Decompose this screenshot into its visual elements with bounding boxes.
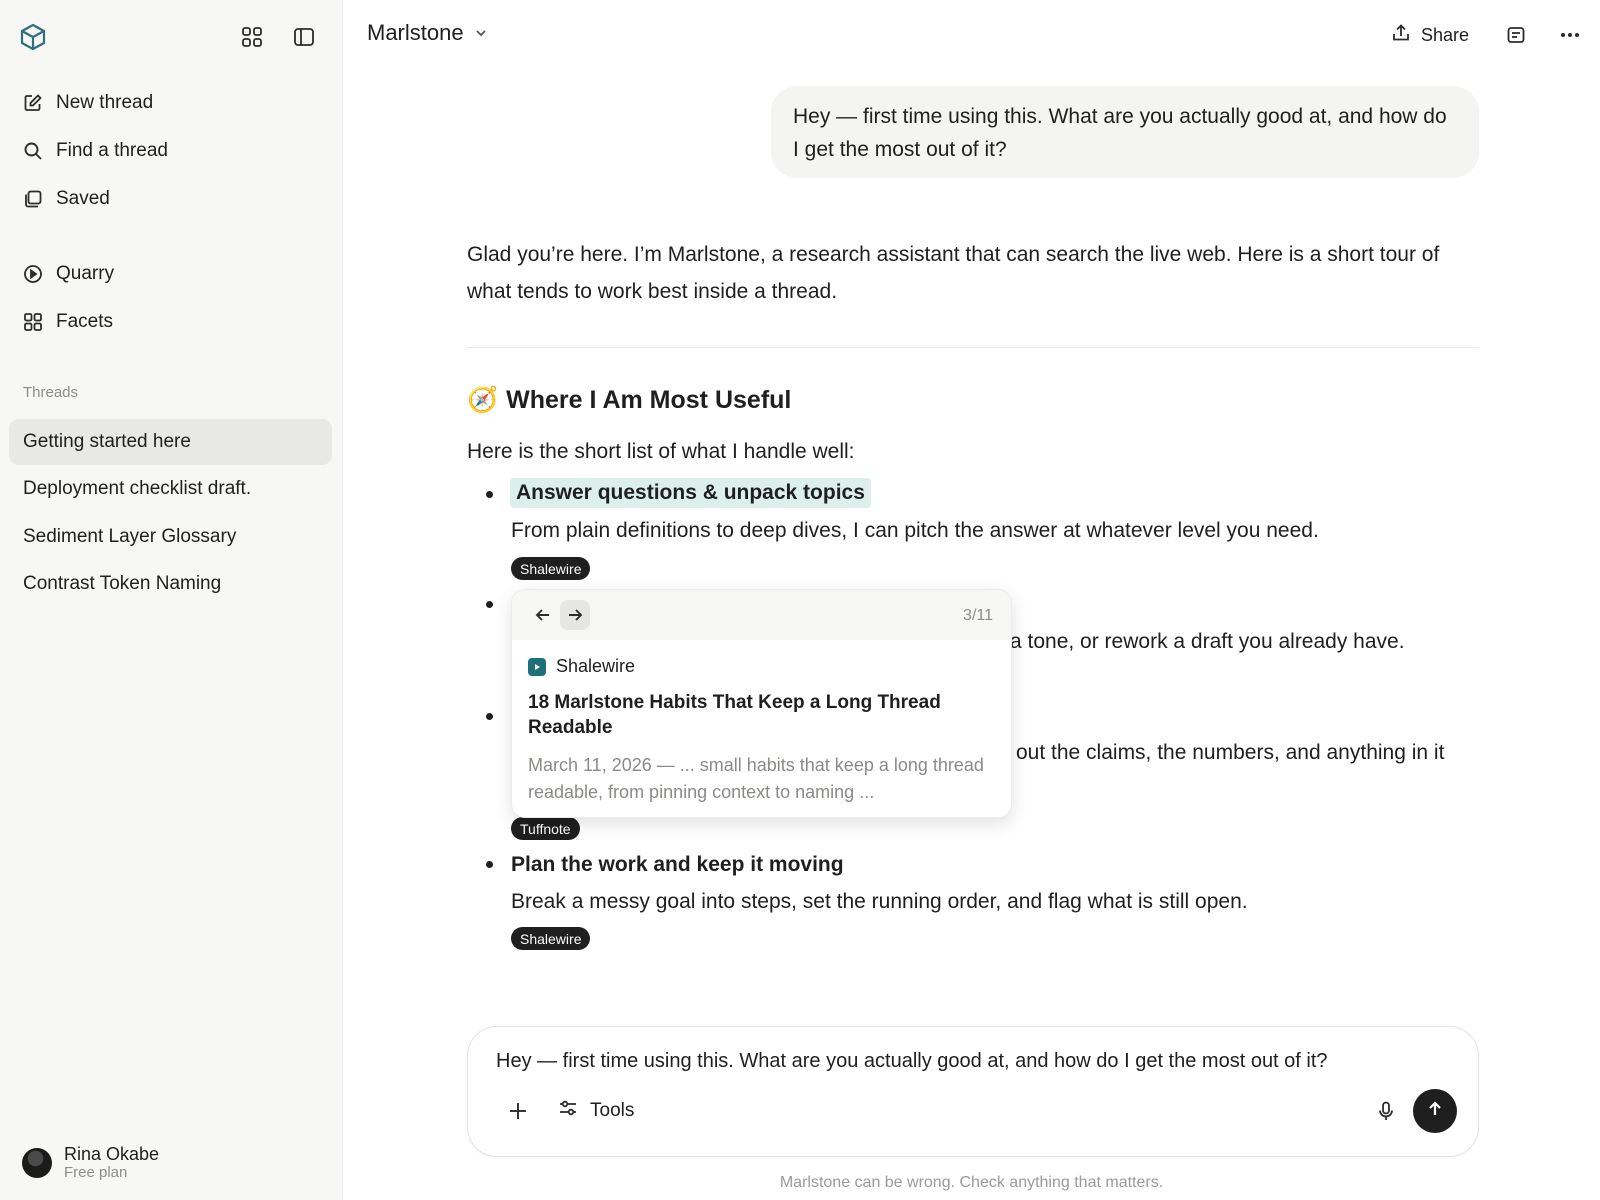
compose-icon	[22, 92, 44, 114]
toggle-sidebar-icon[interactable]	[291, 24, 317, 50]
find-thread-label: Find a thread	[56, 140, 168, 161]
thread-label: Contrast Token Naming	[23, 573, 222, 594]
user-name: Rina Okabe	[64, 1144, 160, 1164]
thread-label: Sediment Layer Glossary	[23, 526, 237, 547]
composer-input[interactable]: Hey — first time using this. What are yo…	[496, 1050, 1328, 1073]
answer-intro: Glad you’re here. I’m Marlstone, a resea…	[467, 243, 1440, 303]
model-selector[interactable]: Marlstone	[367, 20, 488, 46]
search-icon	[22, 140, 44, 162]
popover-header: 3/11	[512, 590, 1011, 640]
thread-item-contrast-token-naming[interactable]: Contrast Token Naming	[9, 561, 332, 607]
thread-item-sediment-glossary[interactable]: Sediment Layer Glossary	[9, 514, 332, 560]
apps-grid-icon[interactable]	[239, 24, 265, 50]
list-bullet	[486, 601, 493, 608]
notes-icon[interactable]	[1503, 22, 1529, 48]
sliders-icon	[558, 1098, 578, 1124]
threads-section-header: Threads	[23, 384, 79, 401]
list-bullet	[486, 491, 493, 498]
play-icon	[528, 657, 546, 676]
share-icon	[1391, 23, 1411, 48]
list-item-desc: From plain definitions to deep dives, I …	[511, 519, 1319, 542]
popover-source: Shalewire	[528, 656, 635, 677]
thread-item-deployment-checklist[interactable]: Deployment checklist draft.	[9, 466, 332, 512]
share-button[interactable]: Share	[1391, 20, 1469, 50]
saved-button[interactable]: Saved	[22, 181, 110, 217]
compass-icon: 🧭	[467, 386, 499, 414]
arrow-up-icon	[1426, 1100, 1444, 1123]
thread-item-getting-started[interactable]: Getting started here	[9, 419, 332, 465]
user-plan: Free plan	[64, 1164, 128, 1181]
quarry-label: Quarry	[56, 263, 115, 284]
source-pill[interactable]: Shalewire	[511, 927, 591, 950]
source-pill[interactable]: Tuffnote	[511, 817, 580, 840]
tools-label: Tools	[590, 1100, 635, 1121]
composer[interactable]: Hey — first time using this. What are yo…	[467, 1026, 1479, 1157]
thread-label: Getting started here	[23, 431, 191, 452]
list-item-desc: Break a messy goal into steps, set the r…	[511, 890, 1248, 913]
list-item-title: Plan the work and keep it moving	[511, 853, 844, 876]
share-label: Share	[1421, 24, 1470, 45]
play-circle-icon	[22, 263, 44, 285]
popover-source-name: Shalewire	[556, 656, 636, 676]
facets-button[interactable]: Facets	[22, 304, 113, 340]
section-lead: Here is the short list of what I handle …	[467, 440, 855, 463]
quarry-button[interactable]: Quarry	[22, 256, 114, 292]
more-options-icon[interactable]	[1557, 22, 1583, 48]
microphone-icon[interactable]	[1372, 1097, 1400, 1125]
saved-label: Saved	[56, 188, 110, 209]
source-popover: 3/11 Shalewire 18 Marlstone Habits That …	[511, 589, 1012, 818]
marlstone-logo-icon[interactable]	[18, 22, 48, 52]
section-title: Where I Am Most Useful	[506, 386, 792, 414]
popover-snippet: March 11, 2026 — ... small habits that k…	[528, 755, 984, 802]
send-button[interactable]	[1413, 1089, 1457, 1133]
tools-button[interactable]: Tools	[558, 1097, 634, 1125]
sidebar: New thread Find a thread Saved Quarry Fa…	[0, 0, 343, 1200]
plus-icon[interactable]	[504, 1097, 532, 1125]
user-message-bubble: Hey — first time using this. What are yo…	[771, 86, 1479, 178]
arrow-left-icon[interactable]	[528, 600, 558, 630]
source-pill[interactable]: Shalewire	[511, 557, 591, 580]
app-title: Marlstone	[367, 20, 464, 45]
thread-label: Deployment checklist draft.	[23, 478, 252, 499]
user-profile[interactable]: Rina Okabe Free plan	[22, 1144, 159, 1182]
list-item-desc: a tone, or rework a draft you already ha…	[1010, 630, 1405, 653]
facets-label: Facets	[56, 311, 114, 332]
bookmark-stack-icon	[22, 188, 44, 210]
section-heading: 🧭 Where I Am Most Useful	[467, 386, 791, 415]
arrow-right-icon[interactable]	[560, 600, 590, 630]
list-bullet	[486, 713, 493, 720]
chevron-down-icon	[474, 20, 488, 46]
avatar	[22, 1148, 52, 1178]
divider	[467, 347, 1479, 348]
popover-count: 3/11	[963, 607, 993, 624]
disclaimer: Marlstone can be wrong. Check anything t…	[779, 1174, 1164, 1191]
new-thread-label: New thread	[56, 92, 154, 113]
list-item-title: Answer questions & unpack topics	[510, 478, 871, 508]
list-item-desc: out the claims, the numbers, and anythin…	[1016, 741, 1445, 764]
list-bullet	[486, 861, 493, 868]
find-thread-button[interactable]: Find a thread	[22, 133, 168, 169]
popover-title[interactable]: 18 Marlstone Habits That Keep a Long Thr…	[528, 690, 988, 740]
grid-icon	[22, 311, 44, 333]
new-thread-button[interactable]: New thread	[22, 85, 153, 121]
